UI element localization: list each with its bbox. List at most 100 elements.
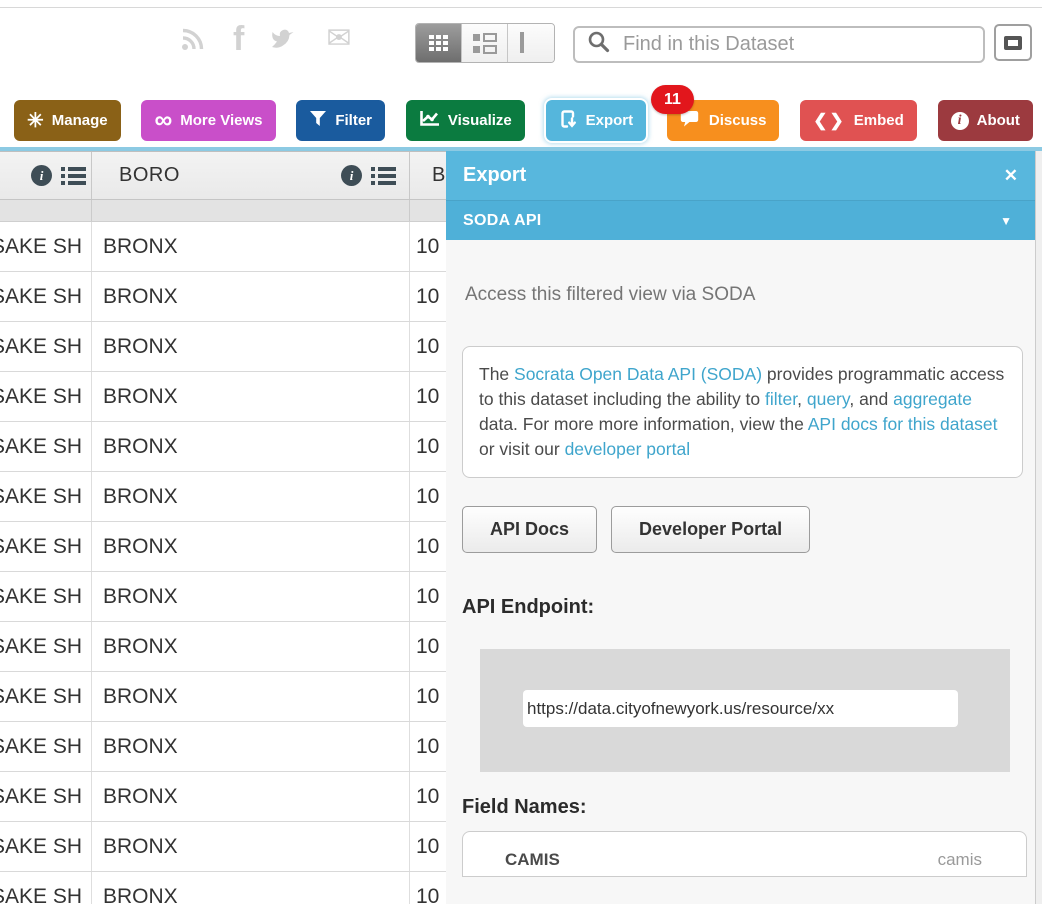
boro-cell[interactable]: BRONX [92,522,410,571]
inline-link[interactable]: aggregate [893,389,972,409]
inline-link[interactable]: developer portal [565,439,691,459]
fullscreen-icon [1004,36,1022,50]
twitter-icon[interactable] [270,27,300,51]
dba-cell[interactable]: SAKE SH [0,672,92,721]
table-row[interactable]: SAKE SH BRONX 10 [0,722,446,772]
boro-cell[interactable]: BRONX [92,372,410,421]
table-row[interactable]: SAKE SH BRONX 10 [0,822,446,872]
boro-cell[interactable]: BRONX [92,322,410,371]
boro-cell[interactable]: BRONX [92,422,410,471]
boro-cell[interactable]: BRONX [92,572,410,621]
inline-link[interactable]: Socrata Open Data API (SODA) [514,364,762,384]
table-row[interactable]: SAKE SH BRONX 10 [0,472,446,522]
building-cell[interactable]: 10 [410,422,446,471]
dba-cell[interactable]: SAKE SH [0,322,92,371]
dba-cell[interactable]: SAKE SH [0,822,92,871]
column-header-1[interactable]: i [0,152,92,199]
dba-cell[interactable]: SAKE SH [0,572,92,621]
building-cell[interactable]: 10 [410,722,446,771]
dba-cell[interactable]: SAKE SH [0,272,92,321]
discuss-button[interactable]: 11 Discuss [667,100,780,141]
boro-cell[interactable]: BRONX [92,822,410,871]
embed-button[interactable]: ❮❯ Embed [800,100,917,141]
fullscreen-button[interactable] [994,24,1032,61]
grid-view-button[interactable] [416,24,462,62]
dataset-search [573,26,985,63]
close-icon[interactable]: ✕ [1004,166,1018,186]
visualize-button[interactable]: Visualize [406,100,525,141]
boro-cell[interactable]: BRONX [92,222,410,271]
funnel-icon [309,110,327,131]
api-endpoint-input[interactable] [523,690,958,727]
building-cell[interactable]: 10 [410,272,446,321]
inline-link[interactable]: filter [765,389,797,409]
dba-cell[interactable]: SAKE SH [0,772,92,821]
building-cell[interactable]: 10 [410,572,446,621]
table-row[interactable]: SAKE SH BRONX 10 [0,522,446,572]
rich-list-view-button[interactable] [462,24,508,62]
boro-cell[interactable]: BRONX [92,872,410,904]
building-cell[interactable]: 10 [410,622,446,671]
right-scroll-gutter[interactable] [1035,151,1042,904]
soda-subtitle: Access this filtered view via SODA [462,284,1023,306]
developer-portal-button[interactable]: Developer Portal [611,506,810,553]
manage-label: Manage [52,112,108,129]
rss-icon[interactable] [180,26,207,52]
table-row[interactable]: SAKE SH BRONX 10 [0,272,446,322]
table-row[interactable]: SAKE SH BRONX 10 [0,872,446,904]
field-names-label: Field Names: [462,796,1023,819]
dba-cell[interactable]: SAKE SH [0,422,92,471]
dba-cell[interactable]: SAKE SH [0,522,92,571]
table-row[interactable]: SAKE SH BRONX 10 [0,422,446,472]
dba-cell[interactable]: SAKE SH [0,372,92,421]
soda-api-section-header[interactable]: SODA API ▼ [446,200,1035,240]
dba-cell[interactable]: SAKE SH [0,222,92,271]
building-cell[interactable]: 10 [410,322,446,371]
dba-cell[interactable]: SAKE SH [0,622,92,671]
boro-cell[interactable]: BRONX [92,272,410,321]
boro-cell[interactable]: BRONX [92,772,410,821]
boro-cell[interactable]: BRONX [92,672,410,721]
more-views-button[interactable]: ∞ More Views [141,100,275,141]
table-row[interactable]: SAKE SH BRONX 10 [0,222,446,272]
building-cell[interactable]: 10 [410,222,446,271]
table-row[interactable]: SAKE SH BRONX 10 [0,772,446,822]
table-row[interactable]: SAKE SH BRONX 10 [0,372,446,422]
filter-button[interactable]: Filter [296,100,385,141]
building-cell[interactable]: 10 [410,672,446,721]
boro-cell[interactable]: BRONX [92,472,410,521]
manage-button[interactable]: ✳ Manage [14,100,121,141]
table-row[interactable]: SAKE SH BRONX 10 [0,572,446,622]
field-name: CAMIS [505,850,560,870]
table-row[interactable]: SAKE SH BRONX 10 [0,622,446,672]
info-icon: i [951,112,969,130]
building-cell[interactable]: 10 [410,822,446,871]
email-icon[interactable]: ✉ [326,24,351,54]
search-input[interactable] [623,33,983,56]
building-cell[interactable]: 10 [410,372,446,421]
about-button[interactable]: i About [938,100,1033,141]
info-icon[interactable]: i [341,165,362,186]
export-button[interactable]: Export [546,100,647,141]
facebook-icon[interactable]: f [233,22,244,56]
inline-link[interactable]: query [807,389,849,409]
building-cell[interactable]: 10 [410,522,446,571]
info-icon[interactable]: i [31,165,52,186]
column-menu-icon[interactable] [371,167,396,185]
table-row[interactable]: SAKE SH BRONX 10 [0,672,446,722]
page-view-button[interactable] [508,24,554,62]
table-row[interactable]: SAKE SH BRONX 10 [0,322,446,372]
boro-cell[interactable]: BRONX [92,722,410,771]
dba-cell[interactable]: SAKE SH [0,872,92,904]
column-header-boro[interactable]: BORO i [92,152,410,199]
inline-link[interactable]: API docs for this dataset [808,414,998,434]
column-header-building[interactable]: B [410,152,446,199]
building-cell[interactable]: 10 [410,872,446,904]
boro-cell[interactable]: BRONX [92,622,410,671]
building-cell[interactable]: 10 [410,472,446,521]
dba-cell[interactable]: SAKE SH [0,472,92,521]
dba-cell[interactable]: SAKE SH [0,722,92,771]
column-menu-icon[interactable] [61,167,86,185]
api-docs-button[interactable]: API Docs [462,506,597,553]
building-cell[interactable]: 10 [410,772,446,821]
